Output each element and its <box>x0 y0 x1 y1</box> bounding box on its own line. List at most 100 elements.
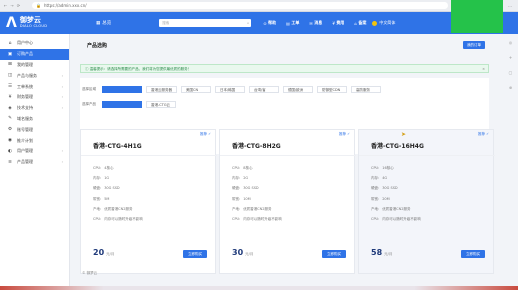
chevron-right-icon: › <box>61 160 63 165</box>
spec-item: CPU: 16核心 <box>371 166 421 176</box>
spec-value: 优质香港CN2服务 <box>382 206 411 211</box>
spec-key: CPU: <box>232 216 241 221</box>
spec-value: 2G <box>243 176 249 181</box>
product-chip[interactable]: 香港-CTG云 <box>146 100 176 108</box>
back-icon[interactable]: ← <box>4 3 7 8</box>
spec-value: 优质香港CN2服务 <box>104 206 133 211</box>
spec-key: 硬盘: <box>93 186 102 191</box>
spec-key: 产地: <box>93 206 102 211</box>
spec-key: 产地: <box>371 206 380 211</box>
spec-item: 产地: 优质香港CN2服务 <box>232 207 282 217</box>
forward-icon[interactable]: → <box>10 3 13 8</box>
sidebar-item[interactable]: ☰ 工单系统 › <box>0 81 69 92</box>
header-nav-ticket[interactable]: ▤ 工单 <box>286 20 299 26</box>
sidebar-item[interactable]: ◫ 产品与服务 › <box>0 70 69 81</box>
sidebar-item[interactable]: ⊞ 我的管理 <box>0 60 69 71</box>
spec-item: 硬盘: 30G SSD <box>232 186 282 196</box>
user-menu[interactable]: 中文简体 <box>372 20 395 26</box>
search-input[interactable]: 搜索 ⌕ <box>159 19 252 27</box>
right-toolbar: ◎ + ▢ ⊕ <box>503 40 518 290</box>
sidebar-icon: ≡ <box>8 159 12 165</box>
spec-key: CPU: <box>371 216 380 221</box>
sidebar-item[interactable]: ⌂ 用户中心 <box>0 38 69 49</box>
price-value: 30 <box>232 248 244 257</box>
region-chip[interactable]: 防御型CDN <box>317 85 347 93</box>
right-tool-icon[interactable]: ◎ <box>509 40 513 45</box>
spec-value: 20M <box>382 196 390 201</box>
right-tool-icon[interactable]: ⊕ <box>509 85 512 90</box>
sidebar: ⌂ 用户中心 ▣ 订购产品 ⊞ 我的管理 ◫ 产品与服务 › ☰ 工单系统 › ¥ 财务管理 › ◈ 技术支持 ›… <box>0 34 70 290</box>
buy-button[interactable]: 立即购买 <box>322 250 346 258</box>
right-tool-icon[interactable]: ▢ <box>509 70 513 75</box>
avatar <box>372 20 378 26</box>
header-nav-help[interactable]: ⊙ 帮助 <box>263 20 276 26</box>
sidebar-icon: ⊞ <box>8 62 12 68</box>
logo[interactable]: Λ 御梦云 DIALO CLOUD <box>0 12 70 34</box>
region-chip[interactable]: 香港云服务器 <box>146 85 177 93</box>
spec-item: 带宽: 20M <box>371 197 421 207</box>
address-bar[interactable]: 🔒 https://admin.xxx.cn/ <box>32 2 448 9</box>
home-link[interactable]: ▦ 总览 <box>96 20 112 27</box>
buy-button[interactable]: 立即购买 <box>461 250 485 258</box>
home-icon: ⌂ <box>354 20 357 26</box>
region-chip[interactable]: 高防服务 <box>351 85 381 93</box>
more-icon[interactable]: … <box>508 3 512 8</box>
spec-key: 产地: <box>232 206 241 211</box>
add-icon[interactable]: + <box>509 55 512 60</box>
search-icon[interactable]: ⌕ <box>247 19 249 27</box>
spec-key: CPU: <box>232 166 241 170</box>
address-text: https://admin.xxx.cn/ <box>43 3 87 8</box>
sidebar-item[interactable]: ◈ 技术支持 › <box>0 103 69 114</box>
chevron-right-icon: › <box>61 73 63 78</box>
spec-value: 16核心 <box>382 166 394 170</box>
lock-icon: 🔒 <box>36 3 41 8</box>
close-icon[interactable]: × <box>482 65 485 73</box>
sidebar-item[interactable]: ⚙ 账号管理 <box>0 124 69 135</box>
region-chip[interactable]: 美国CN <box>181 85 211 93</box>
spec-key: 带宽: <box>371 196 380 201</box>
spec-key: 硬盘: <box>232 186 241 191</box>
title-bar: 产品选购 我的订单 <box>77 37 495 53</box>
region-chip[interactable]: 台湾/省 <box>249 85 279 93</box>
buy-button[interactable]: 立即购买 <box>183 250 207 258</box>
my-orders-button[interactable]: 我的订单 <box>463 41 485 49</box>
notice-alert: ⓘ 温馨提示：请选择所需要的产品，我们将为您提供最优质的服务！ × <box>80 64 489 73</box>
region-chip-selected[interactable] <box>102 85 142 93</box>
header-nav-filing[interactable]: ⌂ 备案 <box>354 20 366 26</box>
price-value: 58 <box>371 248 383 257</box>
sidebar-item-label: 订购产品 <box>17 51 33 57</box>
sidebar-item[interactable]: ¥ 财务管理 › <box>0 92 69 103</box>
spec-key: 带宽: <box>93 196 102 201</box>
chevron-right-icon: › <box>61 95 63 100</box>
top-header: Λ 御梦云 DIALO CLOUD ▦ 总览 搜索 ⌕ ⊙ 帮助 ▤ 工单 ✉ 消息 … <box>0 12 518 34</box>
sidebar-item[interactable]: ◐ 用户管理 › <box>0 146 69 157</box>
spec-key: CPU: <box>93 166 102 170</box>
region-label: 选择区域 <box>82 86 96 91</box>
sidebar-item[interactable]: ≡ 产品管理 › <box>0 157 69 168</box>
home-label: 总览 <box>102 21 112 26</box>
spec-value: 内存可以随时升级不影响 <box>382 216 421 221</box>
chevron-right-icon: › <box>61 84 63 89</box>
spec-value: 1G <box>104 176 110 181</box>
spec-value: 30G SSD <box>243 186 259 191</box>
spec-value: 优质香港CN2服务 <box>243 206 272 211</box>
divider <box>359 155 495 156</box>
spec-key: CPU: <box>371 166 380 170</box>
product-chip-selected[interactable] <box>102 100 142 108</box>
sidebar-icon: ☰ <box>7 84 13 90</box>
region-chip[interactable]: 日本/韩国 <box>215 85 245 93</box>
spec-item: CPU: 8核心 <box>232 166 282 176</box>
reload-icon[interactable]: ⟳ <box>17 3 20 8</box>
spec-key: 带宽: <box>232 196 241 201</box>
ticket-icon: ▤ <box>286 20 290 26</box>
sidebar-item-label: 用户管理 <box>17 148 33 154</box>
sidebar-item[interactable]: ✎ 域名服务 <box>0 114 69 125</box>
sidebar-item[interactable]: ▣ 订购产品 <box>0 48 69 60</box>
region-chip[interactable]: 德国/欧洲 <box>283 85 313 93</box>
recommend-badge: 推荐 ✓ <box>199 132 211 136</box>
spec-list: CPU: 16核心 内存: 4G 硬盘: 30G SSD 带宽: 20M 产地: 优质香港CN2服… <box>371 166 421 227</box>
header-nav-billing[interactable]: ¥ 费用 <box>332 20 344 26</box>
header-nav-message[interactable]: ✉ 消息 <box>309 20 322 26</box>
sidebar-item-label: 用户中心 <box>17 40 33 46</box>
sidebar-item[interactable]: ◉ 推介计划 <box>0 135 69 146</box>
